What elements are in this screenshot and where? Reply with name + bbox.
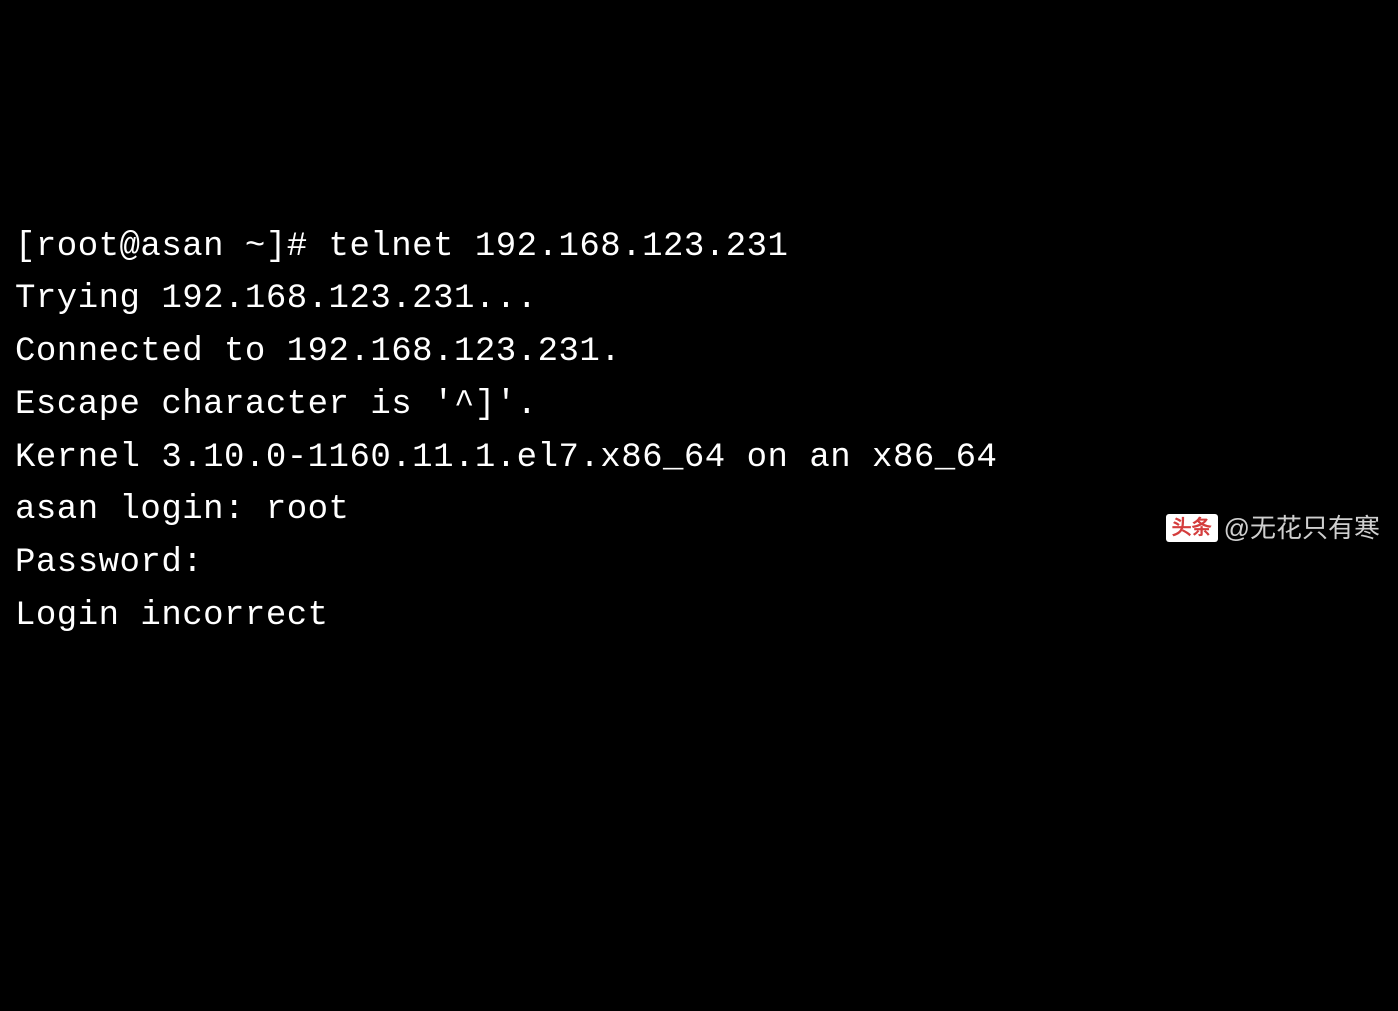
terminal-line: Login incorrect — [15, 590, 1383, 643]
terminal-line: [root@asan ~]# telnet 192.168.123.231 — [15, 221, 1383, 274]
terminal-line: Trying 192.168.123.231... — [15, 273, 1383, 326]
terminal-output[interactable]: [root@asan ~]# telnet 192.168.123.231Try… — [15, 221, 1383, 643]
watermark: 头条 @无花只有寒 — [1166, 508, 1380, 548]
terminal-line: Connected to 192.168.123.231. — [15, 326, 1383, 379]
terminal-line: Escape character is '^]'. — [15, 379, 1383, 432]
terminal-line: Kernel 3.10.0-1160.11.1.el7.x86_64 on an… — [15, 432, 1383, 485]
watermark-logo-icon: 头条 — [1166, 514, 1218, 542]
watermark-author: @无花只有寒 — [1224, 508, 1380, 548]
